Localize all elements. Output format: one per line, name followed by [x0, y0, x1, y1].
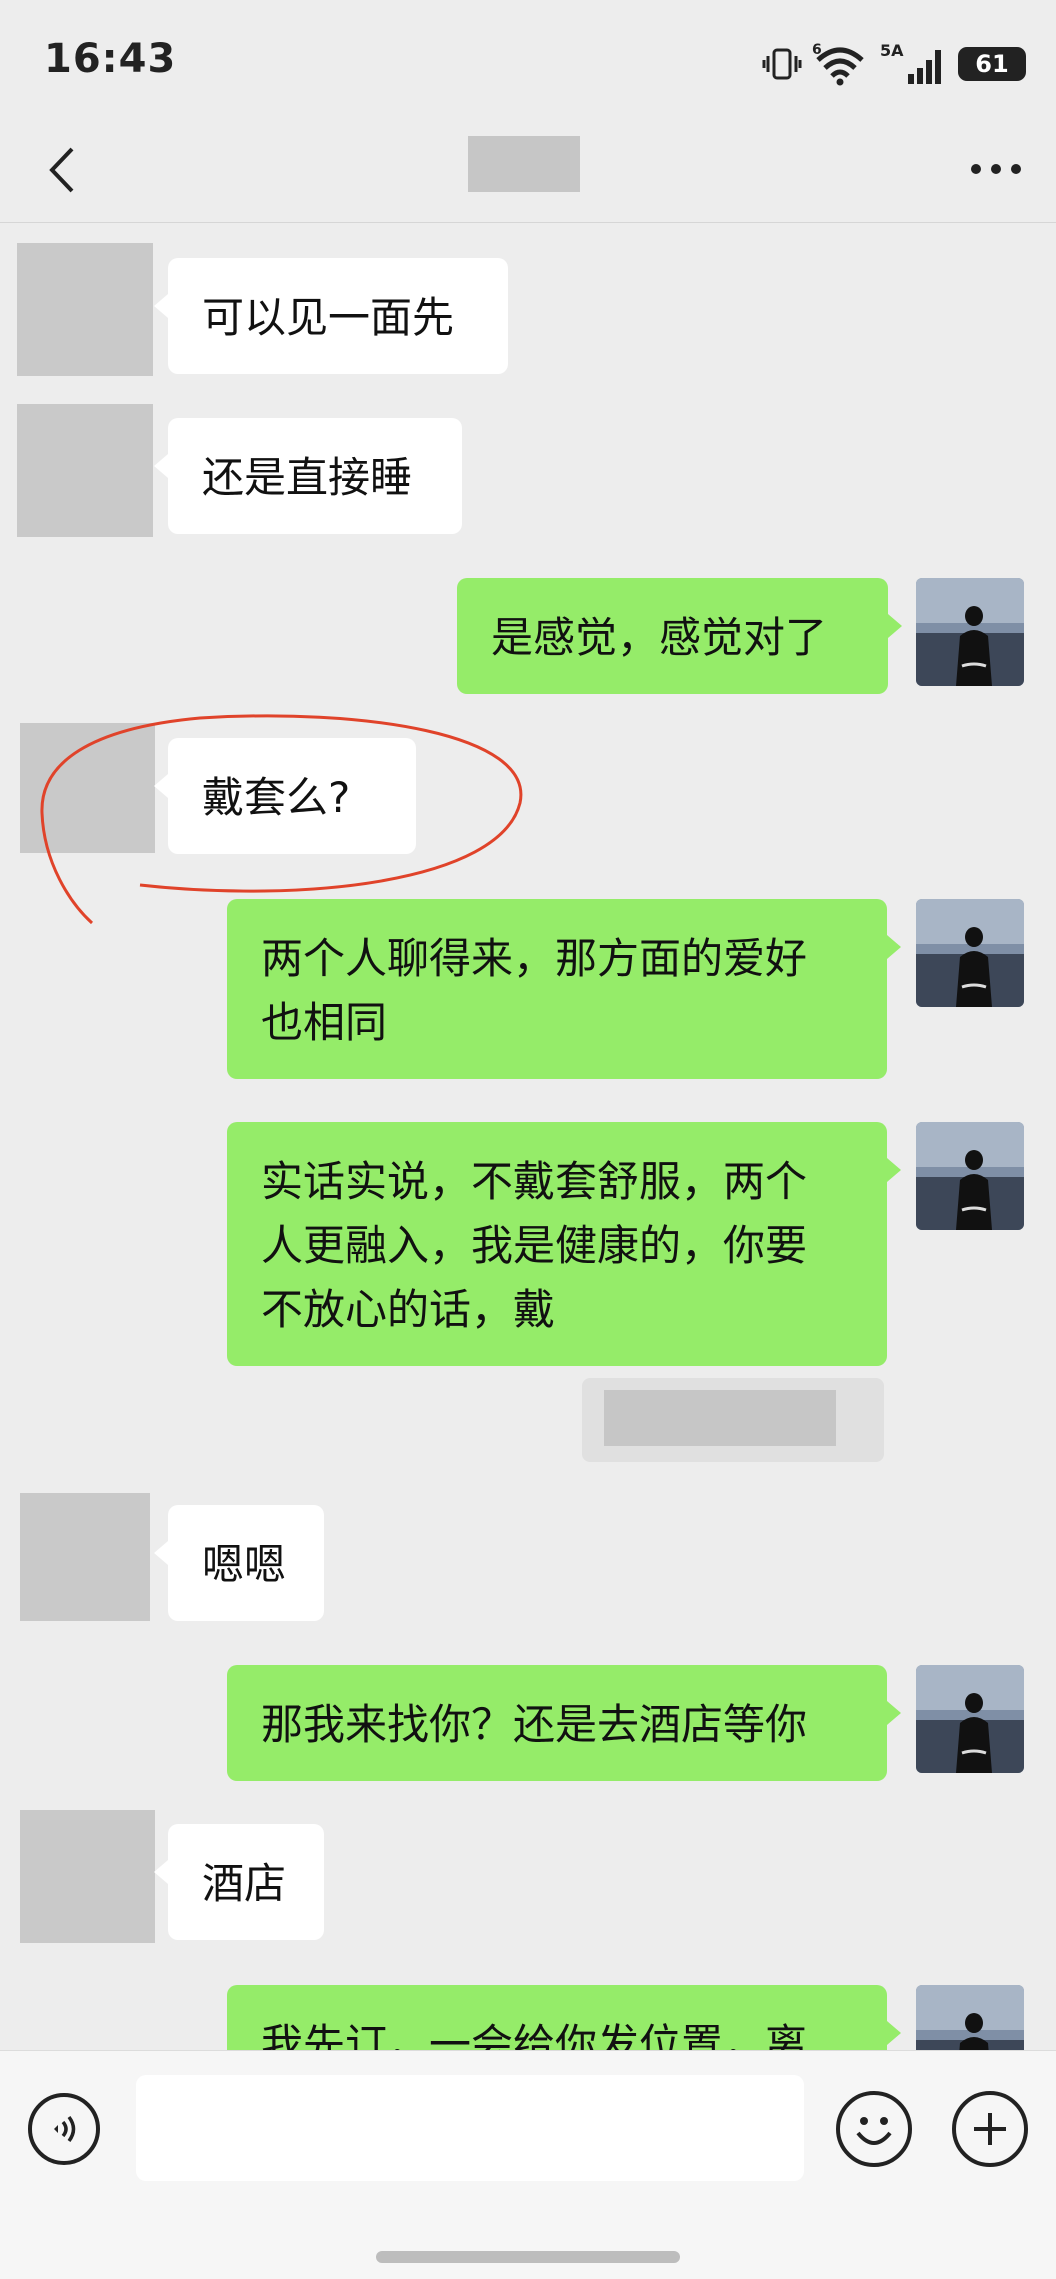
message-bubble-incoming[interactable]: 酒店 [154, 1824, 324, 1940]
system-notice-redacted-content [604, 1390, 836, 1446]
voice-button[interactable] [28, 2093, 100, 2165]
message-bubble-incoming[interactable]: 嗯嗯 [154, 1505, 324, 1621]
message-bubble-outgoing[interactable]: 那我来找你？还是去酒店等你 [227, 1665, 901, 1781]
message-bubble-incoming[interactable]: 可以见一面先 [154, 258, 508, 374]
system-notice-redacted [582, 1378, 884, 1462]
signal-icon: 5A [880, 42, 941, 84]
signal-badge: 5A [880, 42, 904, 60]
my-avatar[interactable] [916, 1665, 1024, 1773]
home-indicator [376, 2251, 680, 2263]
status-time: 16:43 [44, 36, 177, 82]
vibrate-icon [762, 48, 802, 80]
my-avatar[interactable] [916, 899, 1024, 1007]
plus-icon [974, 2113, 1006, 2145]
chat-title-redacted [468, 136, 580, 192]
contact-avatar[interactable] [20, 1810, 155, 1943]
message-bubble-outgoing[interactable]: 我先订，一会给你发位置，离 [227, 1985, 901, 2050]
status-bar: 16:43 6 5A 61 [0, 0, 1056, 120]
contact-avatar[interactable] [20, 723, 155, 853]
voice-icon [54, 2115, 76, 2143]
message-bubble-outgoing[interactable]: 实话实说，不戴套舒服，两个 人更融入，我是健康的，你要 不放心的话，戴 [227, 1122, 901, 1366]
emoji-button[interactable] [836, 2091, 912, 2167]
my-avatar[interactable] [916, 1122, 1024, 1230]
battery-icon: 61 [958, 47, 1026, 81]
nav-bar [0, 120, 1056, 223]
emoji-icon [856, 2117, 892, 2145]
message-bubble-incoming[interactable]: 还是直接睡 [154, 418, 462, 534]
battery-level: 61 [975, 50, 1009, 78]
status-icons: 6 5A 61 [762, 40, 1026, 88]
contact-avatar[interactable] [17, 243, 153, 376]
message-bubble-outgoing[interactable]: 是感觉，感觉对了 [457, 578, 902, 694]
input-bar [0, 2050, 1056, 2279]
chat-area[interactable]: 可以见一面先 还是直接睡 是感觉，感觉对了 戴套么? 两个人聊得来，那方面的爱好… [0, 223, 1056, 2050]
contact-avatar[interactable] [17, 404, 153, 537]
message-bubble-incoming[interactable]: 戴套么? [154, 738, 416, 854]
message-bubble-outgoing[interactable]: 两个人聊得来，那方面的爱好 也相同 [227, 899, 901, 1079]
wifi-icon: 6 [812, 42, 864, 86]
my-avatar[interactable] [916, 578, 1024, 686]
chevron-left-icon [49, 147, 74, 193]
ellipsis-icon [971, 164, 1021, 174]
my-avatar[interactable] [916, 1985, 1024, 2050]
message-input[interactable] [136, 2075, 804, 2181]
more-button[interactable] [966, 142, 1026, 196]
plus-button[interactable] [952, 2091, 1028, 2167]
back-button[interactable] [36, 138, 86, 202]
wifi-badge: 6 [812, 42, 822, 58]
contact-avatar[interactable] [20, 1493, 150, 1621]
